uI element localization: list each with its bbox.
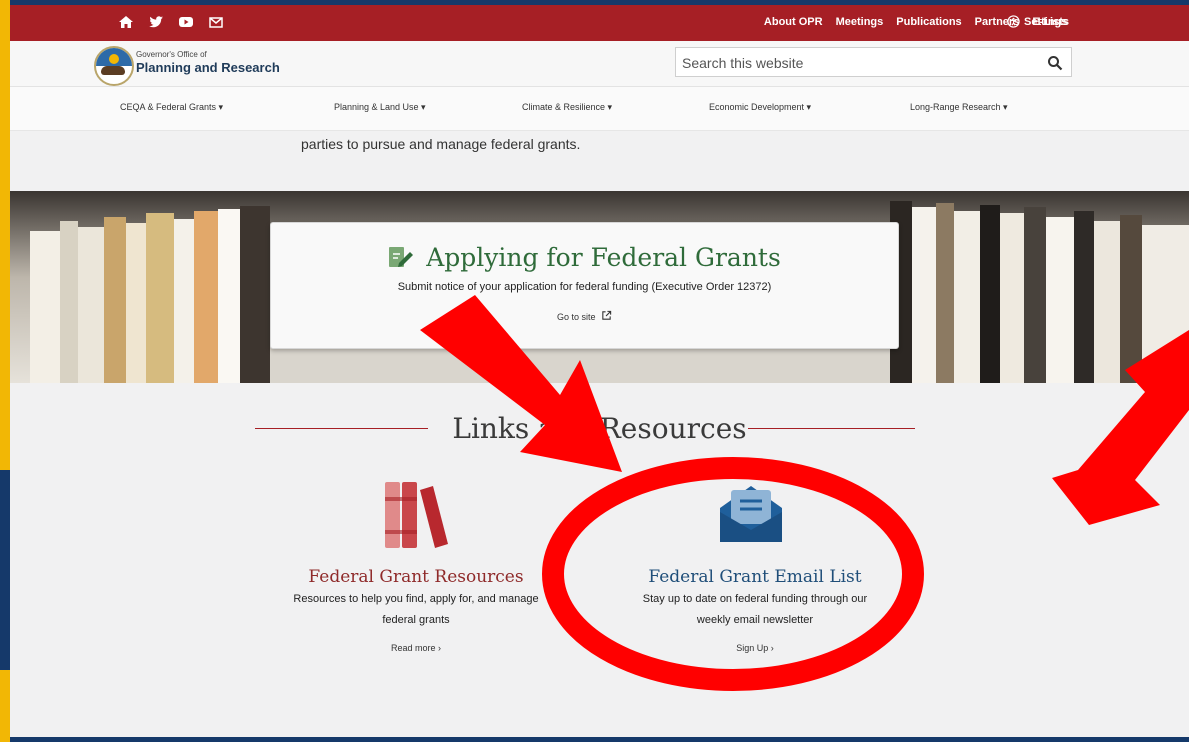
federal-grant-email-list-desc-line2: weekly email newsletter [696,614,814,626]
accessibility-icon [1007,15,1020,28]
federal-grant-email-list-desc-line1: Stay up to date on federal funding throu… [642,593,868,605]
state-seal-logo[interactable] [94,46,134,86]
brand-title[interactable]: Planning and Research [136,60,280,75]
browser-viewport: About OPR Meetings Publications Partners… [10,5,1189,737]
external-link-icon [602,310,612,320]
envelope-icon [720,486,782,542]
youtube-icon[interactable] [178,14,194,30]
federal-grant-resources-desc: Resources to help you find, apply for, a… [260,589,572,631]
settings-button[interactable]: Settings [1007,15,1067,28]
go-to-site-label: Go to site [556,312,596,322]
twitter-icon[interactable] [148,14,164,30]
nav-long-range-research[interactable]: Long-Range Research ▾ [910,102,1008,113]
federal-grant-email-list-title[interactable]: Federal Grant Email List [590,567,920,587]
document-edit-icon [389,247,414,267]
federal-grant-email-list-desc: Stay up to date on federal funding throu… [590,589,920,631]
search-input[interactable]: Search this website [675,47,1072,77]
search-placeholder: Search this website [682,55,804,71]
header: Governor's Office of Planning and Resear… [10,41,1189,87]
nav-ceqa-federal-grants[interactable]: CEQA & Federal Grants ▾ [120,102,223,113]
utility-bar: About OPR Meetings Publications Partners… [10,5,1189,41]
read-more-link[interactable]: Read more › [260,643,572,653]
social-links [118,14,224,30]
home-icon[interactable] [118,14,134,30]
federal-grant-resources-desc-line2: federal grants [382,614,450,626]
link-publications[interactable]: Publications [896,16,961,28]
navy-border-decoration [0,470,10,670]
applying-federal-grants-card[interactable]: Applying for Federal Grants Submit notic… [270,222,899,349]
card-description: Submit notice of your application for fe… [397,281,772,293]
link-meetings[interactable]: Meetings [836,16,884,28]
nav-climate-resilience[interactable]: Climate & Resilience ▾ [522,102,612,113]
links-resources-heading: Links and Resources [452,412,747,445]
intro-text: parties to pursue and manage federal gra… [301,136,581,152]
brand-subtitle: Governor's Office of [136,50,207,59]
search-icon[interactable] [1047,55,1063,71]
gold-border-decoration [0,0,10,742]
nav-economic-development[interactable]: Economic Development ▾ [709,102,811,113]
card-title-text: Applying for Federal Grants [426,243,781,272]
nav-planning-land-use[interactable]: Planning & Land Use ▾ [334,102,426,113]
federal-grant-resources-title[interactable]: Federal Grant Resources [260,567,572,587]
main-nav: CEQA & Federal Grants ▾ Planning & Land … [10,87,1189,131]
email-icon[interactable] [208,14,224,30]
settings-label: Settings [1024,15,1068,28]
card-title[interactable]: Applying for Federal Grants [271,243,898,272]
federal-grant-resources-desc-line1: Resources to help you find, apply for, a… [293,593,539,605]
go-to-site-link[interactable]: Go to site [271,310,898,322]
sign-up-link[interactable]: Sign Up › [590,643,920,653]
books-icon [385,482,448,548]
link-about-opr[interactable]: About OPR [764,16,823,28]
